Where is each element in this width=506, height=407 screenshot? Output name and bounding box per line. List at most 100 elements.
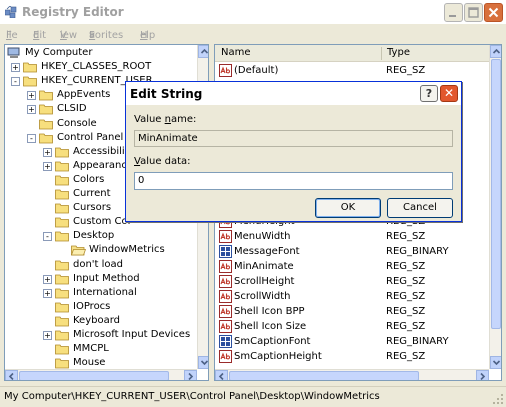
list-item[interactable]: MinAnimate REG_SZ <box>215 259 489 274</box>
tree-item-label: International <box>73 286 137 298</box>
value-name-field: MinAnimate <box>134 130 453 147</box>
minimize-button[interactable] <box>444 3 463 22</box>
expand-toggle[interactable]: + <box>43 331 52 340</box>
value-name: MinAnimate <box>234 261 294 272</box>
folder-icon <box>55 344 69 355</box>
cancel-button[interactable]: Cancel <box>387 198 453 218</box>
folder-icon <box>55 274 69 284</box>
value-type: REG_SZ <box>386 231 426 242</box>
list-scroll-right-button[interactable] <box>476 370 489 380</box>
list-item[interactable]: SmCaptionFont REG_BINARY <box>215 334 489 349</box>
value-type: REG_BINARY <box>386 246 449 257</box>
value-name: MenuWidth <box>234 231 291 242</box>
ok-button[interactable]: OK <box>315 198 381 218</box>
dialog-title-bar[interactable]: Edit String ? ✕ <box>126 82 461 105</box>
resize-grip-icon[interactable] <box>492 393 504 405</box>
registry-editor-app-icon <box>5 6 17 18</box>
list-item[interactable]: MenuWidth REG_SZ <box>215 229 489 244</box>
string-value-icon <box>219 260 232 273</box>
expand-toggle[interactable]: + <box>43 274 52 284</box>
list-item[interactable]: MessageFont REG_BINARY <box>215 244 489 259</box>
folder-icon <box>55 358 69 369</box>
chevron-right-icon <box>188 372 194 380</box>
expand-toggle[interactable]: + <box>27 91 36 101</box>
folder-icon <box>55 231 69 242</box>
list-scroll-down-button[interactable] <box>490 356 501 369</box>
tree-item-label: Current <box>73 188 111 199</box>
list-item[interactable]: (Default) REG_SZ <box>215 63 489 78</box>
string-value-icon <box>219 290 232 303</box>
close-icon: ✕ <box>443 86 455 100</box>
tree-scroll-right-button[interactable] <box>184 370 197 380</box>
list-vertical-scrollbar[interactable] <box>489 45 501 369</box>
menu-file-rest: ile <box>6 30 18 41</box>
list-item[interactable]: ScrollWidth REG_SZ <box>215 289 489 304</box>
tree-scroll-down-button[interactable] <box>198 356 208 369</box>
tree-scroll-left-button[interactable] <box>5 370 18 380</box>
chevron-up-icon <box>492 48 501 54</box>
list-item[interactable]: Shell Icon Size REG_SZ <box>215 319 489 334</box>
collapse-toggle[interactable]: - <box>43 232 52 242</box>
tree-scroll-up-button[interactable] <box>198 45 208 58</box>
folder-icon <box>23 76 37 87</box>
tree-item-label: don't load <box>73 258 124 270</box>
chevron-left-icon <box>8 372 14 380</box>
column-header-name[interactable]: Name <box>221 47 251 58</box>
list-item[interactable]: SmCaptionHeight REG_SZ <box>215 349 489 364</box>
close-button[interactable] <box>484 3 503 22</box>
dialog-close-button[interactable]: ✕ <box>440 85 458 102</box>
maximize-button[interactable] <box>464 3 483 22</box>
expand-toggle[interactable]: + <box>11 63 20 73</box>
collapse-toggle[interactable]: - <box>27 133 36 143</box>
value-name-label-pre: Value <box>134 114 165 125</box>
string-value-icon <box>219 230 232 243</box>
list-scroll-up-button[interactable] <box>490 45 501 58</box>
folder-icon <box>55 217 69 228</box>
tree-item-label: WindowMetrics <box>89 244 165 256</box>
column-separator[interactable] <box>381 47 382 60</box>
expand-toggle[interactable]: + <box>27 105 36 115</box>
list-horizontal-scroll-thumb[interactable] <box>229 371 419 380</box>
folder-icon <box>55 260 69 270</box>
tree-item-label: Colors <box>73 173 105 185</box>
tree-horizontal-scroll-thumb[interactable] <box>19 371 169 380</box>
value-name: Shell Icon BPP <box>234 306 305 317</box>
value-name: ScrollHeight <box>234 276 295 287</box>
tree-item-label: HKEY_CLASSES_ROOT <box>41 61 152 73</box>
string-value-icon <box>219 275 232 288</box>
menu-favorites-rest: vorites <box>89 30 124 41</box>
folder-icon <box>55 175 69 186</box>
expand-toggle[interactable]: + <box>43 161 52 171</box>
collapse-toggle[interactable]: - <box>11 77 20 87</box>
list-item[interactable]: Shell Icon BPP REG_SZ <box>215 304 489 319</box>
expand-toggle[interactable]: + <box>43 147 52 157</box>
list-vertical-scroll-thumb[interactable] <box>491 59 501 329</box>
value-name-label: Value name: <box>134 114 196 125</box>
value-type: REG_SZ <box>386 321 426 332</box>
dialog-help-button[interactable]: ? <box>420 85 438 102</box>
value-type: REG_BINARY <box>386 336 449 347</box>
computer-icon <box>7 47 20 58</box>
menu-view-rest: iew <box>60 30 78 41</box>
value-type: REG_SZ <box>386 351 426 362</box>
edit-string-dialog: Edit String ? ✕ Value name: MinAnimate V… <box>125 81 462 222</box>
list-scroll-left-button[interactable] <box>215 370 228 380</box>
column-header-type[interactable]: Type <box>387 47 410 58</box>
list-horizontal-scrollbar[interactable] <box>215 369 489 380</box>
value-name: SmCaptionFont <box>234 336 311 347</box>
tree-item-label: MMCPL <box>73 343 109 355</box>
tree-item-label: Console <box>57 117 97 129</box>
chevron-up-icon <box>200 48 208 54</box>
value-name-label-rest: ame: <box>170 114 197 125</box>
tree-horizontal-scrollbar[interactable] <box>5 369 197 380</box>
expand-toggle[interactable]: + <box>43 288 52 298</box>
tree-item-label: Input Method <box>73 272 140 284</box>
chevron-left-icon <box>218 372 224 380</box>
title-bar[interactable]: Registry Editor <box>0 0 506 24</box>
list-item[interactable]: ScrollHeight REG_SZ <box>215 274 489 289</box>
folder-icon <box>55 147 69 158</box>
value-name: Shell Icon Size <box>234 321 307 332</box>
tree-item-label: IOProcs <box>73 300 111 312</box>
chevron-down-icon <box>492 360 501 366</box>
value-data-input[interactable]: 0 <box>134 172 453 190</box>
